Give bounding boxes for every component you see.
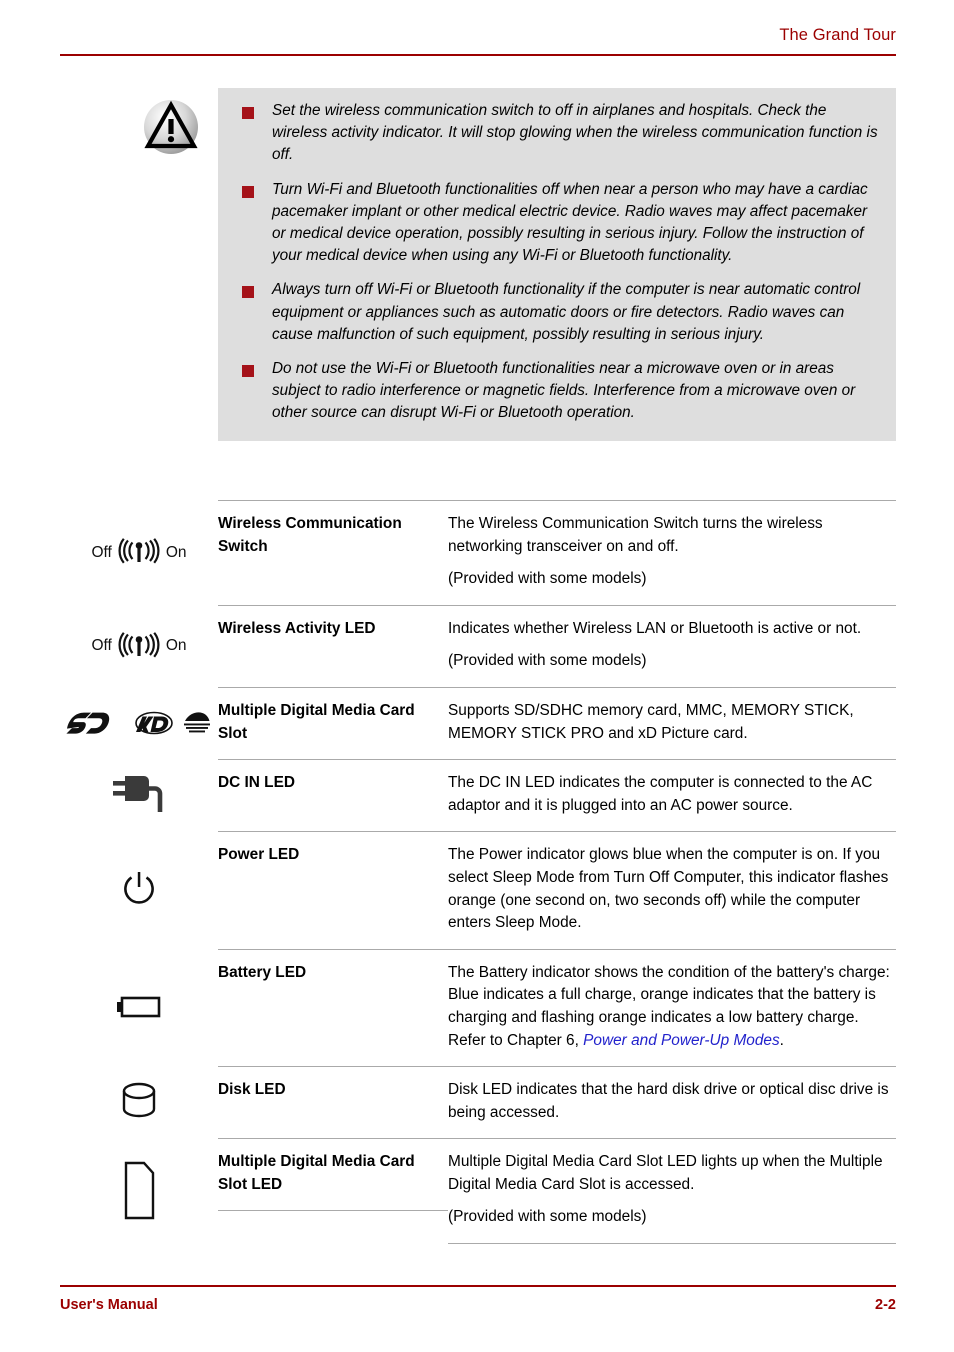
indicator-name: Wireless Activity LED — [218, 604, 448, 655]
table-row: Multiple Digital Media Card Slot Support… — [60, 686, 896, 759]
table-row: Disk LED Disk LED indicates that the har… — [60, 1066, 896, 1138]
icon-cell — [60, 949, 218, 1066]
table-row: Battery LED The Battery indicator shows … — [60, 948, 896, 1066]
bullet-square-icon — [242, 286, 254, 299]
wireless-on-label: On — [165, 543, 187, 561]
warning-triangle-icon — [140, 96, 202, 158]
wireless-off-label: Off — [91, 637, 112, 655]
icon-cell — [60, 687, 218, 759]
table-row: DC IN LED The DC IN LED indicates the co… — [60, 759, 896, 831]
indicator-description: Supports SD/SDHC memory card, MMC, MEMOR… — [448, 686, 896, 759]
description-paragraph: The Wireless Communication Switch turns … — [448, 515, 823, 555]
power-icon — [124, 872, 154, 904]
page-header: The Grand Tour — [60, 26, 896, 60]
icon-cell: Off On — [60, 500, 218, 605]
description-paragraph: Indicates whether Wireless LAN or Blueto… — [448, 619, 862, 637]
indicator-name: Wireless Communication Switch — [218, 500, 448, 572]
indicator-description: The DC IN LED indicates the computer is … — [448, 759, 896, 831]
indicator-description: The Battery indicator shows the conditio… — [448, 948, 896, 1066]
caution-bullet-item: Do not use the Wi-Fi or Bluetooth functi… — [234, 358, 880, 425]
memory-stick-logo-icon — [184, 712, 210, 733]
table-row: Off On Wireless Communication Switch The… — [60, 500, 896, 605]
description-paragraph: The Power indicator glows blue when the … — [448, 846, 889, 932]
description-paragraph: Disk LED indicates that the hard disk dr… — [448, 1081, 889, 1121]
cross-reference-link[interactable]: Power and Power-Up Modes — [583, 1032, 779, 1049]
description-note: (Provided with some models) — [448, 652, 647, 670]
table-row: Power LED The Power indicator glows blue… — [60, 831, 896, 948]
icon-cell — [60, 1066, 218, 1138]
page-title: The Grand Tour — [779, 26, 896, 44]
table-row: Multiple Digital Media Card Slot LED Mul… — [60, 1138, 896, 1245]
description-text-suffix: . — [779, 1031, 784, 1049]
table-row: Off On Wireless Activity LED Indicates w… — [60, 604, 896, 687]
indicator-description: The Wireless Communication Switch turns … — [448, 500, 896, 605]
battery-icon — [117, 997, 161, 1018]
bullet-square-icon — [242, 185, 254, 198]
icon-cell — [60, 759, 218, 831]
description-paragraph: The Battery indicator shows the conditio… — [448, 962, 896, 1052]
indicator-name: DC IN LED — [218, 759, 448, 809]
icon-cell: Off On — [60, 605, 218, 687]
caution-text: Do not use the Wi-Fi or Bluetooth functi… — [272, 360, 856, 422]
wireless-activity-led-icon: Off On — [91, 631, 187, 661]
page-footer: User's Manual 2-2 — [60, 1285, 896, 1325]
wireless-off-label: Off — [91, 543, 112, 561]
indicator-description: Multiple Digital Media Card Slot LED lig… — [448, 1138, 896, 1245]
caution-text-panel: Set the wireless communication switch to… — [218, 88, 896, 441]
icon-cell — [60, 831, 218, 948]
description-note: (Provided with some models) — [448, 570, 647, 588]
antenna-signal-icon — [118, 538, 160, 564]
description-paragraph: Multiple Digital Media Card Slot LED lig… — [448, 1153, 883, 1193]
header-rule — [60, 54, 896, 56]
description-paragraph: Supports SD/SDHC memory card, MMC, MEMOR… — [448, 701, 854, 742]
description-paragraph: The DC IN LED indicates the computer is … — [448, 774, 873, 814]
caution-bullet-item: Set the wireless communication switch to… — [234, 100, 880, 167]
antenna-signal-icon — [118, 631, 160, 658]
disk-drive-icon — [122, 1082, 156, 1118]
wireless-switch-icon: Off On — [91, 537, 187, 567]
sd-xd-card-icon — [65, 710, 213, 736]
bullet-square-icon — [242, 107, 254, 119]
indicator-name: Disk LED — [218, 1066, 448, 1116]
wireless-on-label: On — [165, 637, 187, 655]
caution-bullet-item: Turn Wi-Fi and Bluetooth functionalities… — [234, 179, 880, 268]
footer-rule — [60, 1285, 896, 1287]
indicator-description: Disk LED indicates that the hard disk dr… — [448, 1066, 896, 1138]
footer-manual-label: User's Manual — [60, 1297, 158, 1313]
dc-in-plug-icon — [113, 776, 163, 813]
description-note: (Provided with some models) — [448, 1208, 647, 1226]
indicator-name: Multiple Digital Media Card Slot — [218, 686, 448, 759]
indicator-name: Power LED — [218, 831, 448, 881]
caution-bullet-item: Always turn off Wi-Fi or Bluetooth funct… — [234, 279, 880, 346]
indicator-description: The Power indicator glows blue when the … — [448, 831, 896, 948]
xd-logo-icon — [135, 711, 173, 735]
indicator-description: Indicates whether Wireless LAN or Blueto… — [448, 604, 896, 687]
sd-logo-icon — [66, 712, 110, 734]
indicator-name: Battery LED — [218, 948, 448, 999]
indicator-name: Multiple Digital Media Card Slot LED — [218, 1138, 448, 1212]
footer-page-number: 2-2 — [875, 1297, 896, 1313]
caution-text: Set the wireless communication switch to… — [272, 102, 878, 164]
caution-text: Turn Wi-Fi and Bluetooth functionalities… — [272, 180, 868, 265]
icon-cell — [60, 1138, 218, 1244]
indicator-table: Off On Wireless Communication Switch The… — [60, 500, 896, 1245]
bullet-square-icon — [242, 365, 254, 378]
caution-text: Always turn off Wi-Fi or Bluetooth funct… — [272, 281, 861, 343]
memory-card-icon — [124, 1161, 155, 1220]
